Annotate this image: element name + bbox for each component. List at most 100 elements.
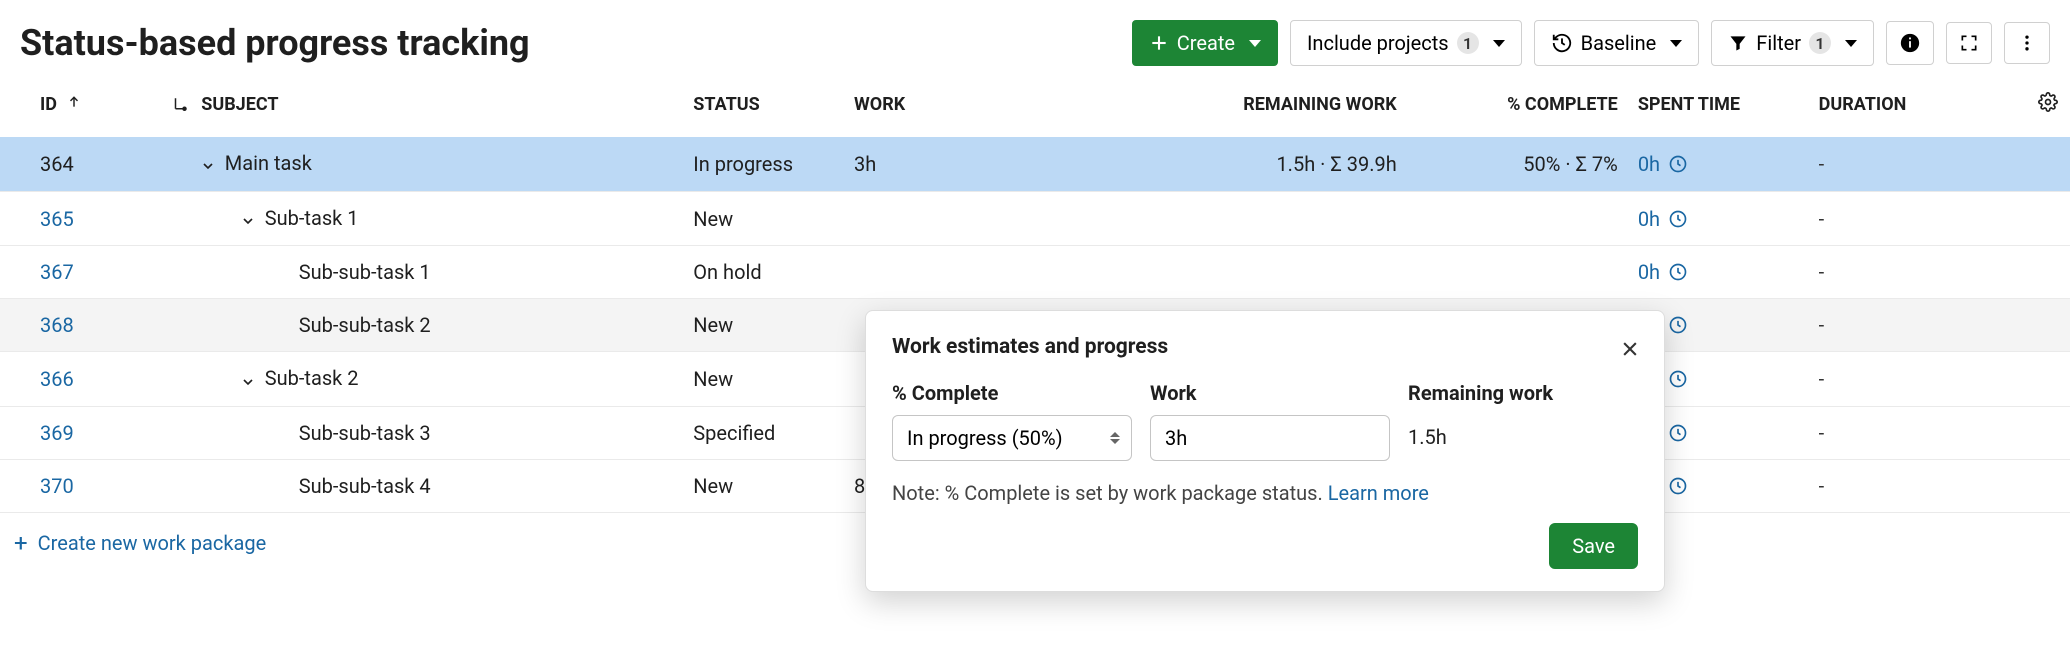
filter-label: Filter <box>1756 31 1801 55</box>
baseline-label: Baseline <box>1581 31 1657 55</box>
wp-id-link[interactable]: 370 <box>40 474 74 498</box>
table-row[interactable]: 364 Main task In progress3h1.5h · Σ 39.9h5… <box>0 137 2070 191</box>
wp-spent-time[interactable]: 0h <box>1638 152 1688 176</box>
col-id-label: ID <box>40 94 57 115</box>
create-work-package-link[interactable]: + Create new work package <box>14 529 266 557</box>
col-id[interactable]: ID <box>0 80 161 137</box>
info-icon <box>1899 32 1921 54</box>
wp-work[interactable]: 3h <box>844 137 1145 191</box>
wp-subject: Main task <box>225 151 312 175</box>
wp-status: In progress <box>683 137 844 191</box>
wp-subject: Sub-sub-task 4 <box>299 474 431 498</box>
col-duration[interactable]: DURATION <box>1809 80 2010 137</box>
wp-subject: Sub-sub-task 3 <box>299 421 431 445</box>
wp-id-link[interactable]: 365 <box>40 207 74 231</box>
wp-duration: - <box>1819 313 1825 337</box>
filter-button[interactable]: Filter 1 <box>1711 20 1874 66</box>
wp-complete[interactable] <box>1407 191 1628 246</box>
wp-remaining[interactable] <box>1146 191 1407 246</box>
plus-icon <box>1149 33 1169 53</box>
work-label: Work <box>1150 381 1390 405</box>
fullscreen-button[interactable] <box>1946 22 1992 64</box>
plus-icon: + <box>14 529 28 557</box>
save-button[interactable]: Save <box>1549 523 1638 569</box>
close-icon <box>1620 339 1640 359</box>
expand-toggle[interactable] <box>199 153 217 177</box>
filter-icon <box>1728 33 1748 53</box>
col-complete[interactable]: % COMPLETE <box>1407 80 1628 137</box>
chevron-down-icon <box>1493 40 1505 47</box>
popover-note: Note: % Complete is set by work package … <box>892 481 1638 505</box>
wp-duration: - <box>1819 474 1825 498</box>
wp-spent-time[interactable]: 0h <box>1638 207 1688 231</box>
history-icon <box>1551 32 1573 54</box>
include-projects-label: Include projects <box>1307 31 1449 55</box>
create-work-package-label: Create new work package <box>38 531 267 555</box>
create-button[interactable]: Create <box>1132 20 1278 66</box>
popover-title: Work estimates and progress <box>892 335 1638 359</box>
wp-duration: - <box>1819 367 1825 391</box>
close-button[interactable] <box>1616 331 1644 370</box>
popover-note-text: Note: % Complete is set by work package … <box>892 481 1328 505</box>
col-spent[interactable]: SPENT TIME <box>1628 80 1809 137</box>
wp-status: On hold <box>683 246 844 299</box>
col-settings[interactable] <box>2010 80 2070 137</box>
wp-id-link[interactable]: 369 <box>40 421 74 445</box>
wp-complete[interactable]: 50% · Σ 7% <box>1407 137 1628 191</box>
info-button[interactable] <box>1886 21 1934 65</box>
wp-status: New <box>683 460 844 513</box>
remaining-work-value: 1.5h <box>1408 415 1553 459</box>
wp-status: Specified <box>683 407 844 460</box>
include-projects-count: 1 <box>1457 32 1479 54</box>
percent-complete-select[interactable]: In progress (50%) <box>892 415 1132 461</box>
wp-duration: - <box>1819 260 1825 284</box>
wp-status: New <box>683 191 844 246</box>
filter-count: 1 <box>1809 32 1831 54</box>
wp-subject: Sub-task 2 <box>265 366 359 390</box>
col-subject[interactable]: SUBJECT <box>161 80 684 137</box>
baseline-button[interactable]: Baseline <box>1534 20 1700 66</box>
wp-subject: Sub-sub-task 2 <box>299 313 431 337</box>
include-projects-button[interactable]: Include projects 1 <box>1290 20 1522 66</box>
wp-id-link[interactable]: 366 <box>40 367 74 391</box>
table-row[interactable]: 367 Sub-sub-task 1 On hold 0h - <box>0 246 2070 299</box>
col-subject-label: SUBJECT <box>201 94 278 115</box>
chevron-down-icon <box>1670 40 1682 47</box>
wp-duration: - <box>1819 207 1825 231</box>
create-label: Create <box>1177 31 1235 55</box>
wp-work[interactable] <box>844 191 1145 246</box>
wp-spent-time[interactable]: 0h <box>1638 260 1688 284</box>
remaining-work-label: Remaining work <box>1408 381 1553 405</box>
page-title: Status-based progress tracking <box>20 22 530 64</box>
wp-status: New <box>683 352 844 407</box>
col-remaining[interactable]: REMAINING WORK <box>1146 80 1407 137</box>
col-work[interactable]: WORK <box>844 80 1145 137</box>
percent-complete-label: % Complete <box>892 381 1132 405</box>
col-status[interactable]: STATUS <box>683 80 844 137</box>
work-input[interactable] <box>1150 415 1390 461</box>
hierarchy-icon <box>171 96 189 114</box>
chevron-down-icon <box>1249 40 1261 47</box>
gear-icon <box>2038 92 2058 112</box>
fullscreen-icon <box>1959 33 1979 53</box>
expand-toggle[interactable] <box>239 207 257 231</box>
wp-status: New <box>683 299 844 352</box>
wp-remaining[interactable]: 1.5h · Σ 39.9h <box>1146 137 1407 191</box>
chevron-down-icon <box>1845 40 1857 47</box>
work-estimates-popover: Work estimates and progress % Complete I… <box>865 310 1665 592</box>
learn-more-link[interactable]: Learn more <box>1328 481 1429 505</box>
wp-subject: Sub-sub-task 1 <box>299 260 431 284</box>
wp-work[interactable] <box>844 246 1145 299</box>
expand-toggle[interactable] <box>239 368 257 392</box>
wp-duration: - <box>1819 421 1825 445</box>
table-row[interactable]: 365 Sub-task 1 New 0h - <box>0 191 2070 246</box>
wp-remaining[interactable] <box>1146 246 1407 299</box>
wp-id-link[interactable]: 364 <box>40 152 74 176</box>
sort-asc-icon <box>67 94 81 110</box>
wp-id-link[interactable]: 367 <box>40 260 74 284</box>
more-button[interactable] <box>2004 22 2050 64</box>
kebab-icon <box>2017 33 2037 53</box>
wp-id-link[interactable]: 368 <box>40 313 74 337</box>
wp-complete[interactable] <box>1407 246 1628 299</box>
wp-subject: Sub-task 1 <box>265 206 359 230</box>
